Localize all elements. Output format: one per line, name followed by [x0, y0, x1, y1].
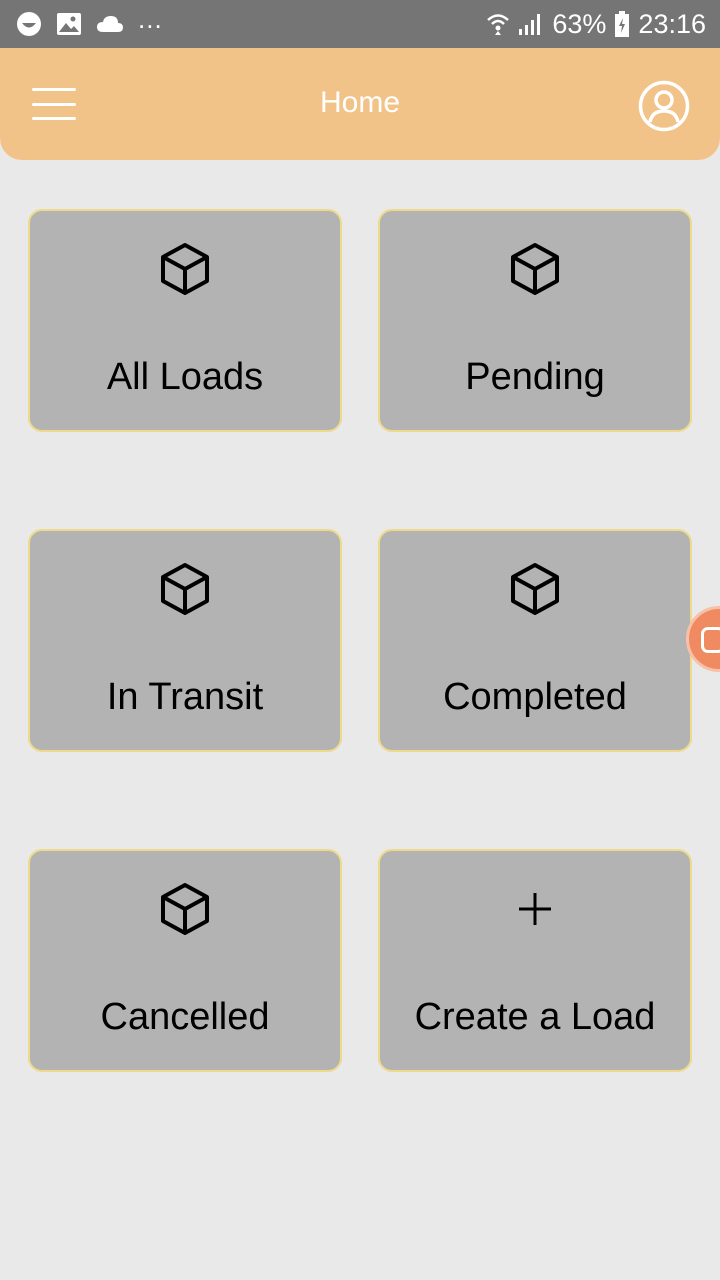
- box-icon: [511, 243, 559, 295]
- tile-all-loads[interactable]: All Loads: [28, 209, 342, 432]
- plus-icon: [519, 893, 551, 925]
- wifi-icon: [487, 14, 510, 35]
- battery-icon: [615, 11, 630, 37]
- status-bar: ... 63% 23:16: [0, 0, 720, 48]
- tile-icon-wrap: [30, 559, 340, 619]
- status-right: 63% 23:16: [486, 9, 706, 40]
- tile-icon-wrap: [30, 239, 340, 299]
- profile-icon[interactable]: [638, 80, 690, 132]
- tile-label: Pending: [465, 356, 605, 398]
- tile-completed[interactable]: Completed: [378, 529, 692, 752]
- tile-label: Create a Load: [414, 996, 656, 1038]
- tile-icon-wrap: [30, 879, 340, 939]
- smiley-icon: [17, 12, 41, 36]
- box-icon: [161, 243, 209, 295]
- tile-icon-wrap: [380, 879, 690, 939]
- page-title: Home: [319, 86, 401, 119]
- tile-pending[interactable]: Pending: [378, 209, 692, 432]
- tile-in-transit[interactable]: In Transit: [28, 529, 342, 752]
- tile-cancelled[interactable]: Cancelled: [28, 849, 342, 1072]
- tile-create-load[interactable]: Create a Load: [378, 849, 692, 1072]
- signal-icon: [519, 14, 541, 35]
- battery-percent: 63%: [552, 8, 607, 39]
- box-icon: [511, 563, 559, 615]
- tile-icon-wrap: [380, 559, 690, 619]
- tile-icon-wrap: [380, 239, 690, 299]
- box-icon: [161, 883, 209, 935]
- tile-label: All Loads: [106, 356, 264, 398]
- cloud-icon: [97, 16, 123, 32]
- box-icon: [161, 563, 209, 615]
- status-time: 23:16: [638, 8, 706, 39]
- tile-label: Completed: [443, 676, 627, 718]
- status-left: ...: [16, 4, 163, 37]
- status-overflow-dots: ...: [138, 3, 163, 34]
- tile-label: Cancelled: [100, 996, 270, 1038]
- app-bar: Home: [0, 48, 720, 160]
- tile-label: In Transit: [106, 676, 264, 718]
- image-icon: [57, 13, 81, 35]
- record-icon: [701, 627, 720, 653]
